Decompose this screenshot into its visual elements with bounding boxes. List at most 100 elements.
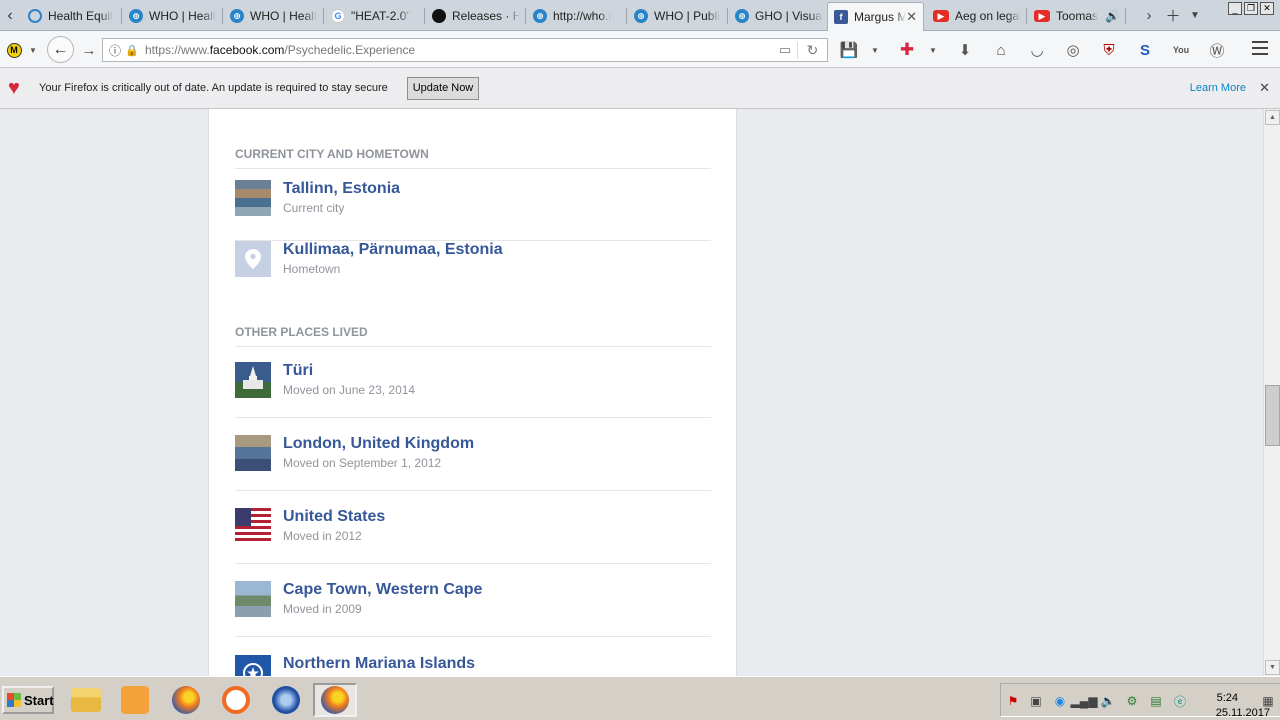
windows-logo-icon bbox=[7, 693, 21, 707]
file-explorer-taskbar-icon[interactable] bbox=[64, 683, 108, 717]
place-name-link[interactable]: Northern Mariana Islands bbox=[283, 655, 475, 673]
learn-more-link[interactable]: Learn More bbox=[1190, 82, 1246, 94]
nmi-flag-thumbnail[interactable] bbox=[235, 655, 271, 676]
tab-scroll-left-button[interactable]: ‹ bbox=[0, 2, 20, 29]
save-dropdown-icon[interactable]: ▼ bbox=[864, 39, 886, 61]
tab-label: Health Equit bbox=[48, 9, 114, 23]
github-favicon-icon bbox=[432, 9, 446, 23]
security-tray-icon[interactable]: ⚑ bbox=[1005, 693, 1021, 709]
youtube-favicon-icon: ▶ bbox=[933, 10, 949, 22]
us-flag-thumbnail[interactable] bbox=[235, 508, 271, 544]
place-subtitle: Moved in 2009 bbox=[283, 602, 362, 616]
avast-taskbar-icon[interactable] bbox=[214, 683, 258, 717]
place-name-link[interactable]: Türi bbox=[283, 362, 313, 380]
scroll-up-arrow-icon[interactable]: ▲ bbox=[1265, 110, 1280, 125]
close-window-button[interactable]: ✕ bbox=[1260, 2, 1274, 15]
url-path: /Psychedelic.Experience bbox=[284, 43, 416, 57]
tab-label: Releases · H bbox=[452, 9, 520, 23]
volume-tray-icon[interactable]: 🔈 bbox=[1100, 693, 1116, 709]
other-places-heading: OTHER PLACES LIVED bbox=[235, 325, 711, 347]
home-icon[interactable]: ⌂ bbox=[990, 39, 1012, 61]
speaker-icon[interactable]: 🔊 bbox=[1105, 9, 1120, 23]
url-prefix: https://www. bbox=[145, 43, 210, 57]
reader-view-icon[interactable]: ▭ bbox=[773, 42, 797, 58]
place-subtitle: Moved on June 23, 2014 bbox=[283, 383, 416, 397]
london-photo-thumbnail[interactable] bbox=[235, 435, 271, 471]
tab-github-releases[interactable]: Releases · H bbox=[426, 2, 526, 30]
tab-who-publications[interactable]: ⊕ WHO | Publi bbox=[628, 2, 728, 30]
tab-scroll-right-button[interactable]: › bbox=[1139, 4, 1159, 26]
place-item-hometown: Kullimaa, Pärnumaa, Estonia Hometown bbox=[235, 241, 711, 315]
tab-label: Margus M bbox=[854, 10, 907, 24]
url-bar[interactable]: ⓘ 🔒 https://www.facebook.com/Psychedelic… bbox=[102, 38, 828, 62]
tab-who-health-1[interactable]: ⊕ WHO | Healt bbox=[123, 2, 223, 30]
media-player-taskbar-icon[interactable] bbox=[113, 683, 157, 717]
downloads-icon[interactable]: ⬇ bbox=[954, 39, 976, 61]
tab-gho-visual[interactable]: ⊕ GHO | Visual bbox=[729, 2, 829, 30]
city-photo-thumbnail[interactable] bbox=[235, 180, 271, 216]
scrollbar-thumb[interactable] bbox=[1265, 385, 1280, 446]
current-city-heading: CURRENT CITY AND HOMETOWN bbox=[235, 147, 711, 169]
forward-button[interactable]: → bbox=[78, 39, 100, 61]
ublock-icon[interactable]: ⛨ bbox=[1098, 39, 1120, 61]
tab-label: Aeg on legal bbox=[955, 9, 1021, 23]
addon-m-icon[interactable]: M bbox=[4, 39, 24, 61]
pocket-icon[interactable]: ◡ bbox=[1026, 39, 1048, 61]
minimize-window-button[interactable]: _ bbox=[1228, 2, 1242, 15]
device-tray-icon[interactable]: ▣ bbox=[1028, 693, 1044, 709]
scroll-down-arrow-icon[interactable]: ▼ bbox=[1265, 660, 1280, 675]
clock-time[interactable]: 5:24 bbox=[1217, 692, 1238, 704]
cape-town-photo-thumbnail[interactable] bbox=[235, 581, 271, 617]
place-name-link[interactable]: London, United Kingdom bbox=[283, 435, 474, 453]
who-favicon-icon: ⊕ bbox=[634, 9, 648, 23]
save-icon[interactable]: 💾 bbox=[838, 39, 860, 61]
place-name-link[interactable]: United States bbox=[283, 508, 385, 526]
reload-icon[interactable]: ↻ bbox=[797, 41, 827, 59]
menu-hamburger-icon[interactable] bbox=[1252, 41, 1268, 55]
sync-addon-icon[interactable]: ◎ bbox=[1062, 39, 1084, 61]
tab-youtube-toomas[interactable]: ▶ Toomas 🔊 bbox=[1028, 2, 1126, 30]
start-button[interactable]: Start bbox=[2, 686, 54, 714]
facebook-favicon-icon: f bbox=[834, 10, 848, 24]
network-tray-icon[interactable]: ⚙ bbox=[1124, 693, 1140, 709]
place-name-link[interactable]: Tallinn, Estonia bbox=[283, 180, 400, 198]
browser-tray-icon[interactable]: ⓔ bbox=[1172, 693, 1188, 709]
site-info-icon[interactable]: ⓘ bbox=[109, 42, 125, 59]
heart-pulse-icon: ♥ bbox=[8, 77, 20, 99]
place-name-link[interactable]: Cape Town, Western Cape bbox=[283, 581, 482, 599]
tab-health-equity[interactable]: Health Equit bbox=[22, 2, 122, 30]
tab-heat-search[interactable]: G "HEAT-2.0" bbox=[325, 2, 425, 30]
new-tab-plus-icon[interactable]: ＋ bbox=[1163, 4, 1183, 26]
health-equity-favicon-icon bbox=[28, 9, 42, 23]
vertical-scrollbar[interactable]: ▲ ▼ bbox=[1263, 109, 1280, 676]
church-photo-thumbnail[interactable] bbox=[235, 362, 271, 398]
place-name-link[interactable]: Kullimaa, Pärnumaa, Estonia bbox=[283, 241, 503, 259]
addon-dropdown-icon[interactable]: ▼ bbox=[26, 39, 40, 61]
maximize-window-button[interactable]: ❐ bbox=[1244, 2, 1258, 15]
back-button[interactable]: ← bbox=[47, 36, 74, 63]
addon-dropdown-icon[interactable]: ▼ bbox=[922, 39, 944, 61]
youtube-addon-icon[interactable]: You bbox=[1170, 39, 1192, 61]
place-item-london: London, United Kingdom Moved on Septembe… bbox=[235, 435, 711, 491]
w-addon-icon[interactable]: Ⓦ bbox=[1206, 39, 1228, 61]
tab-who-health-2[interactable]: ⊕ WHO | Healt bbox=[224, 2, 324, 30]
network-signal-tray-icon[interactable]: ▂▄▆ bbox=[1071, 693, 1098, 709]
show-desktop-icon[interactable]: ▦ bbox=[1260, 693, 1276, 709]
places-lived-card: CURRENT CITY AND HOMETOWN Tallinn, Eston… bbox=[208, 109, 737, 676]
tab-youtube-aeg[interactable]: ▶ Aeg on legal bbox=[927, 2, 1027, 30]
s-addon-icon[interactable]: S bbox=[1134, 39, 1156, 61]
all-tabs-dropdown-icon[interactable]: ▼ bbox=[1185, 4, 1205, 26]
sync-tray-icon[interactable]: ◉ bbox=[1052, 693, 1068, 709]
map-pin-icon[interactable] bbox=[235, 241, 271, 277]
tab-close-icon[interactable]: ✕ bbox=[906, 9, 917, 25]
monitor-tray-icon[interactable]: ▤ bbox=[1148, 693, 1164, 709]
url-text[interactable]: https://www.facebook.com/Psychedelic.Exp… bbox=[145, 43, 773, 57]
close-notification-icon[interactable]: ✕ bbox=[1259, 80, 1270, 96]
red-cross-addon-icon[interactable]: ✚ bbox=[896, 39, 918, 61]
firefox-taskbar-icon[interactable] bbox=[164, 683, 208, 717]
tab-facebook-active[interactable]: f Margus M ✕ bbox=[827, 2, 924, 31]
update-now-button[interactable]: Update Now bbox=[406, 76, 480, 100]
firefox-active-taskbar-icon[interactable] bbox=[313, 683, 357, 717]
tab-who-url[interactable]: ⊕ http://who.i bbox=[527, 2, 627, 30]
swiftweasel-taskbar-icon[interactable] bbox=[264, 683, 308, 717]
